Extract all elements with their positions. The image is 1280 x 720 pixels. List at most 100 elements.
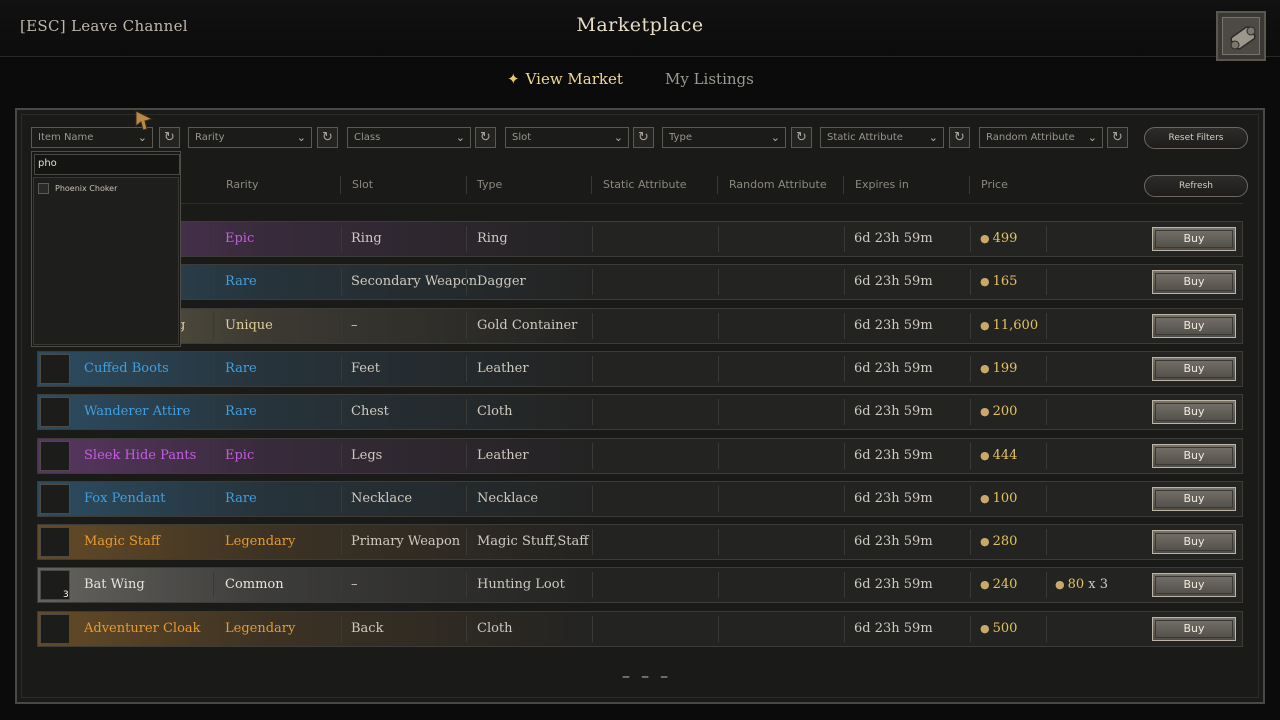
item-name-search-input[interactable]: pho <box>34 154 180 175</box>
cell-divider <box>213 529 214 556</box>
chevron-down-icon: ⌄ <box>613 131 623 144</box>
slot-filter[interactable]: Slot ⌄ <box>505 127 629 148</box>
column-header-rarity[interactable]: Rarity <box>226 178 259 191</box>
item-icon <box>40 397 70 428</box>
cell-divider <box>1046 572 1047 599</box>
cell-divider <box>1046 399 1047 426</box>
price-value: 199 <box>992 360 1018 376</box>
cell-divider <box>466 442 467 469</box>
cell-divider <box>844 529 845 556</box>
refresh-type-icon[interactable]: ↻ <box>791 127 812 148</box>
type-filter[interactable]: Type ⌄ <box>662 127 786 148</box>
cell-divider <box>844 399 845 426</box>
cell-divider <box>970 485 971 512</box>
dropdown-option[interactable]: Phoenix Choker <box>36 181 178 197</box>
column-header-slot[interactable]: Slot <box>352 178 373 191</box>
item-price: ● 165 <box>980 274 1017 289</box>
buy-button[interactable]: Buy <box>1152 227 1236 251</box>
cell-divider <box>970 226 971 252</box>
column-header-expires[interactable]: Expires in <box>855 178 909 191</box>
table-row[interactable]: Adventurer Cloak Legendary Back Cloth 6d 23h… <box>37 610 1243 647</box>
table-row[interactable]: Fox Pendant Rare Necklace Necklace 6d 23h 59… <box>37 480 1243 517</box>
column-header-random-attribute[interactable]: Random Attribute <box>729 178 827 191</box>
cell-divider <box>970 312 971 339</box>
cell-divider <box>1046 226 1047 252</box>
reset-filters-button[interactable]: Reset Filters <box>1144 127 1248 149</box>
refresh-random-attribute-icon[interactable]: ↻ <box>1107 127 1128 148</box>
buy-button[interactable]: Buy <box>1152 270 1236 295</box>
refresh-item-name-icon[interactable]: ↻ <box>159 127 180 148</box>
cell-divider <box>341 355 342 382</box>
item-expires: 6d 23h 59m <box>854 577 933 593</box>
refresh-slot-icon[interactable]: ↻ <box>633 127 654 148</box>
table-row[interactable]: Rare Secondary Weapon Dagger 6d 23h 59m ● 165… <box>37 264 1243 301</box>
item-name: Cuffed Boots <box>84 360 169 376</box>
chevron-down-icon: ⌄ <box>137 131 147 144</box>
item-expires: 6d 23h 59m <box>854 274 933 290</box>
buy-button[interactable]: Buy <box>1152 616 1236 641</box>
column-divider <box>843 176 844 194</box>
buy-button[interactable]: Buy <box>1152 356 1236 381</box>
item-name: Sleek Hide Pants <box>84 447 197 463</box>
table-row[interactable]: Cuffed Boots Rare Feet Leather 6d 23h 59m ● 19… <box>37 350 1243 387</box>
buy-button[interactable]: Buy <box>1152 530 1236 555</box>
tab-my-listings[interactable]: My Listings <box>665 70 754 88</box>
scroll-icon <box>1230 26 1256 50</box>
column-divider <box>340 176 341 194</box>
table-row[interactable]: 3 Bat Wing Common – Hunting Loot 6d 23h 59m ● 2… <box>37 567 1243 604</box>
buy-button[interactable]: Buy <box>1152 486 1236 511</box>
cell-divider <box>592 442 593 469</box>
item-price: ● 100 <box>980 491 1017 506</box>
gold-coin-icon: ● <box>980 232 990 245</box>
cell-divider <box>592 355 593 382</box>
buy-button[interactable]: Buy <box>1152 443 1236 468</box>
rarity-filter[interactable]: Rarity ⌄ <box>188 127 312 148</box>
buy-button[interactable]: Buy <box>1152 313 1236 338</box>
refresh-static-attribute-icon[interactable]: ↻ <box>949 127 970 148</box>
table-row[interactable]: g Unique – Gold Container 6d 23h 59m ● 11,600 B… <box>37 307 1243 344</box>
item-name: Bat Wing <box>84 577 145 593</box>
price-value: 165 <box>992 274 1018 290</box>
price-value: 11,600 <box>992 317 1039 333</box>
checkbox[interactable] <box>38 183 49 194</box>
table-row[interactable]: Epic Ring Ring 6d 23h 59m ● 499 Buy <box>37 221 1243 257</box>
cell-divider <box>718 399 719 426</box>
pagination[interactable]: – – – <box>622 666 671 685</box>
tab-view-market[interactable]: ✦ View Market <box>507 70 623 88</box>
table-row[interactable]: Sleek Hide Pants Epic Legs Leather 6d 23h 59… <box>37 437 1243 474</box>
scroll-menu-button[interactable] <box>1216 11 1266 61</box>
item-rarity: Unique <box>225 317 273 333</box>
table-row[interactable]: Magic Staff Legendary Primary Weapon Magic … <box>37 524 1243 561</box>
cell-divider <box>844 615 845 642</box>
item-icon <box>40 527 70 558</box>
static-attribute-filter[interactable]: Static Attribute ⌄ <box>820 127 944 148</box>
cell-divider <box>341 269 342 296</box>
cell-divider <box>1046 529 1047 556</box>
refresh-rarity-icon[interactable]: ↻ <box>317 127 338 148</box>
price-value: 200 <box>992 404 1018 420</box>
column-header-price[interactable]: Price <box>981 178 1008 191</box>
refresh-button[interactable]: Refresh <box>1144 175 1248 197</box>
buy-button[interactable]: Buy <box>1152 573 1236 598</box>
price-value: 500 <box>992 620 1018 636</box>
item-slot: Chest <box>351 404 389 420</box>
unit-price-value: 80 <box>1067 577 1089 593</box>
item-expires: 6d 23h 59m <box>854 360 933 376</box>
item-slot: Back <box>351 620 384 636</box>
buy-button[interactable]: Buy <box>1152 400 1236 425</box>
random-attribute-filter[interactable]: Random Attribute ⌄ <box>979 127 1103 148</box>
table-row[interactable]: Wanderer Attire Rare Chest Cloth 6d 23h 59m ●… <box>37 394 1243 431</box>
item-rarity: Legendary <box>225 620 296 636</box>
gold-coin-icon: ● <box>980 491 990 505</box>
class-filter[interactable]: Class ⌄ <box>347 127 471 148</box>
column-header-type[interactable]: Type <box>477 178 502 191</box>
gold-coin-icon: ● <box>980 578 990 592</box>
cell-divider <box>970 269 971 296</box>
column-header-static-attribute[interactable]: Static Attribute <box>603 178 687 191</box>
item-expires: 6d 23h 59m <box>854 404 933 420</box>
cell-divider <box>341 442 342 469</box>
refresh-class-icon[interactable]: ↻ <box>475 127 496 148</box>
cell-divider <box>592 269 593 296</box>
price-value: 444 <box>992 447 1018 463</box>
item-name: Magic Staff <box>84 534 161 550</box>
